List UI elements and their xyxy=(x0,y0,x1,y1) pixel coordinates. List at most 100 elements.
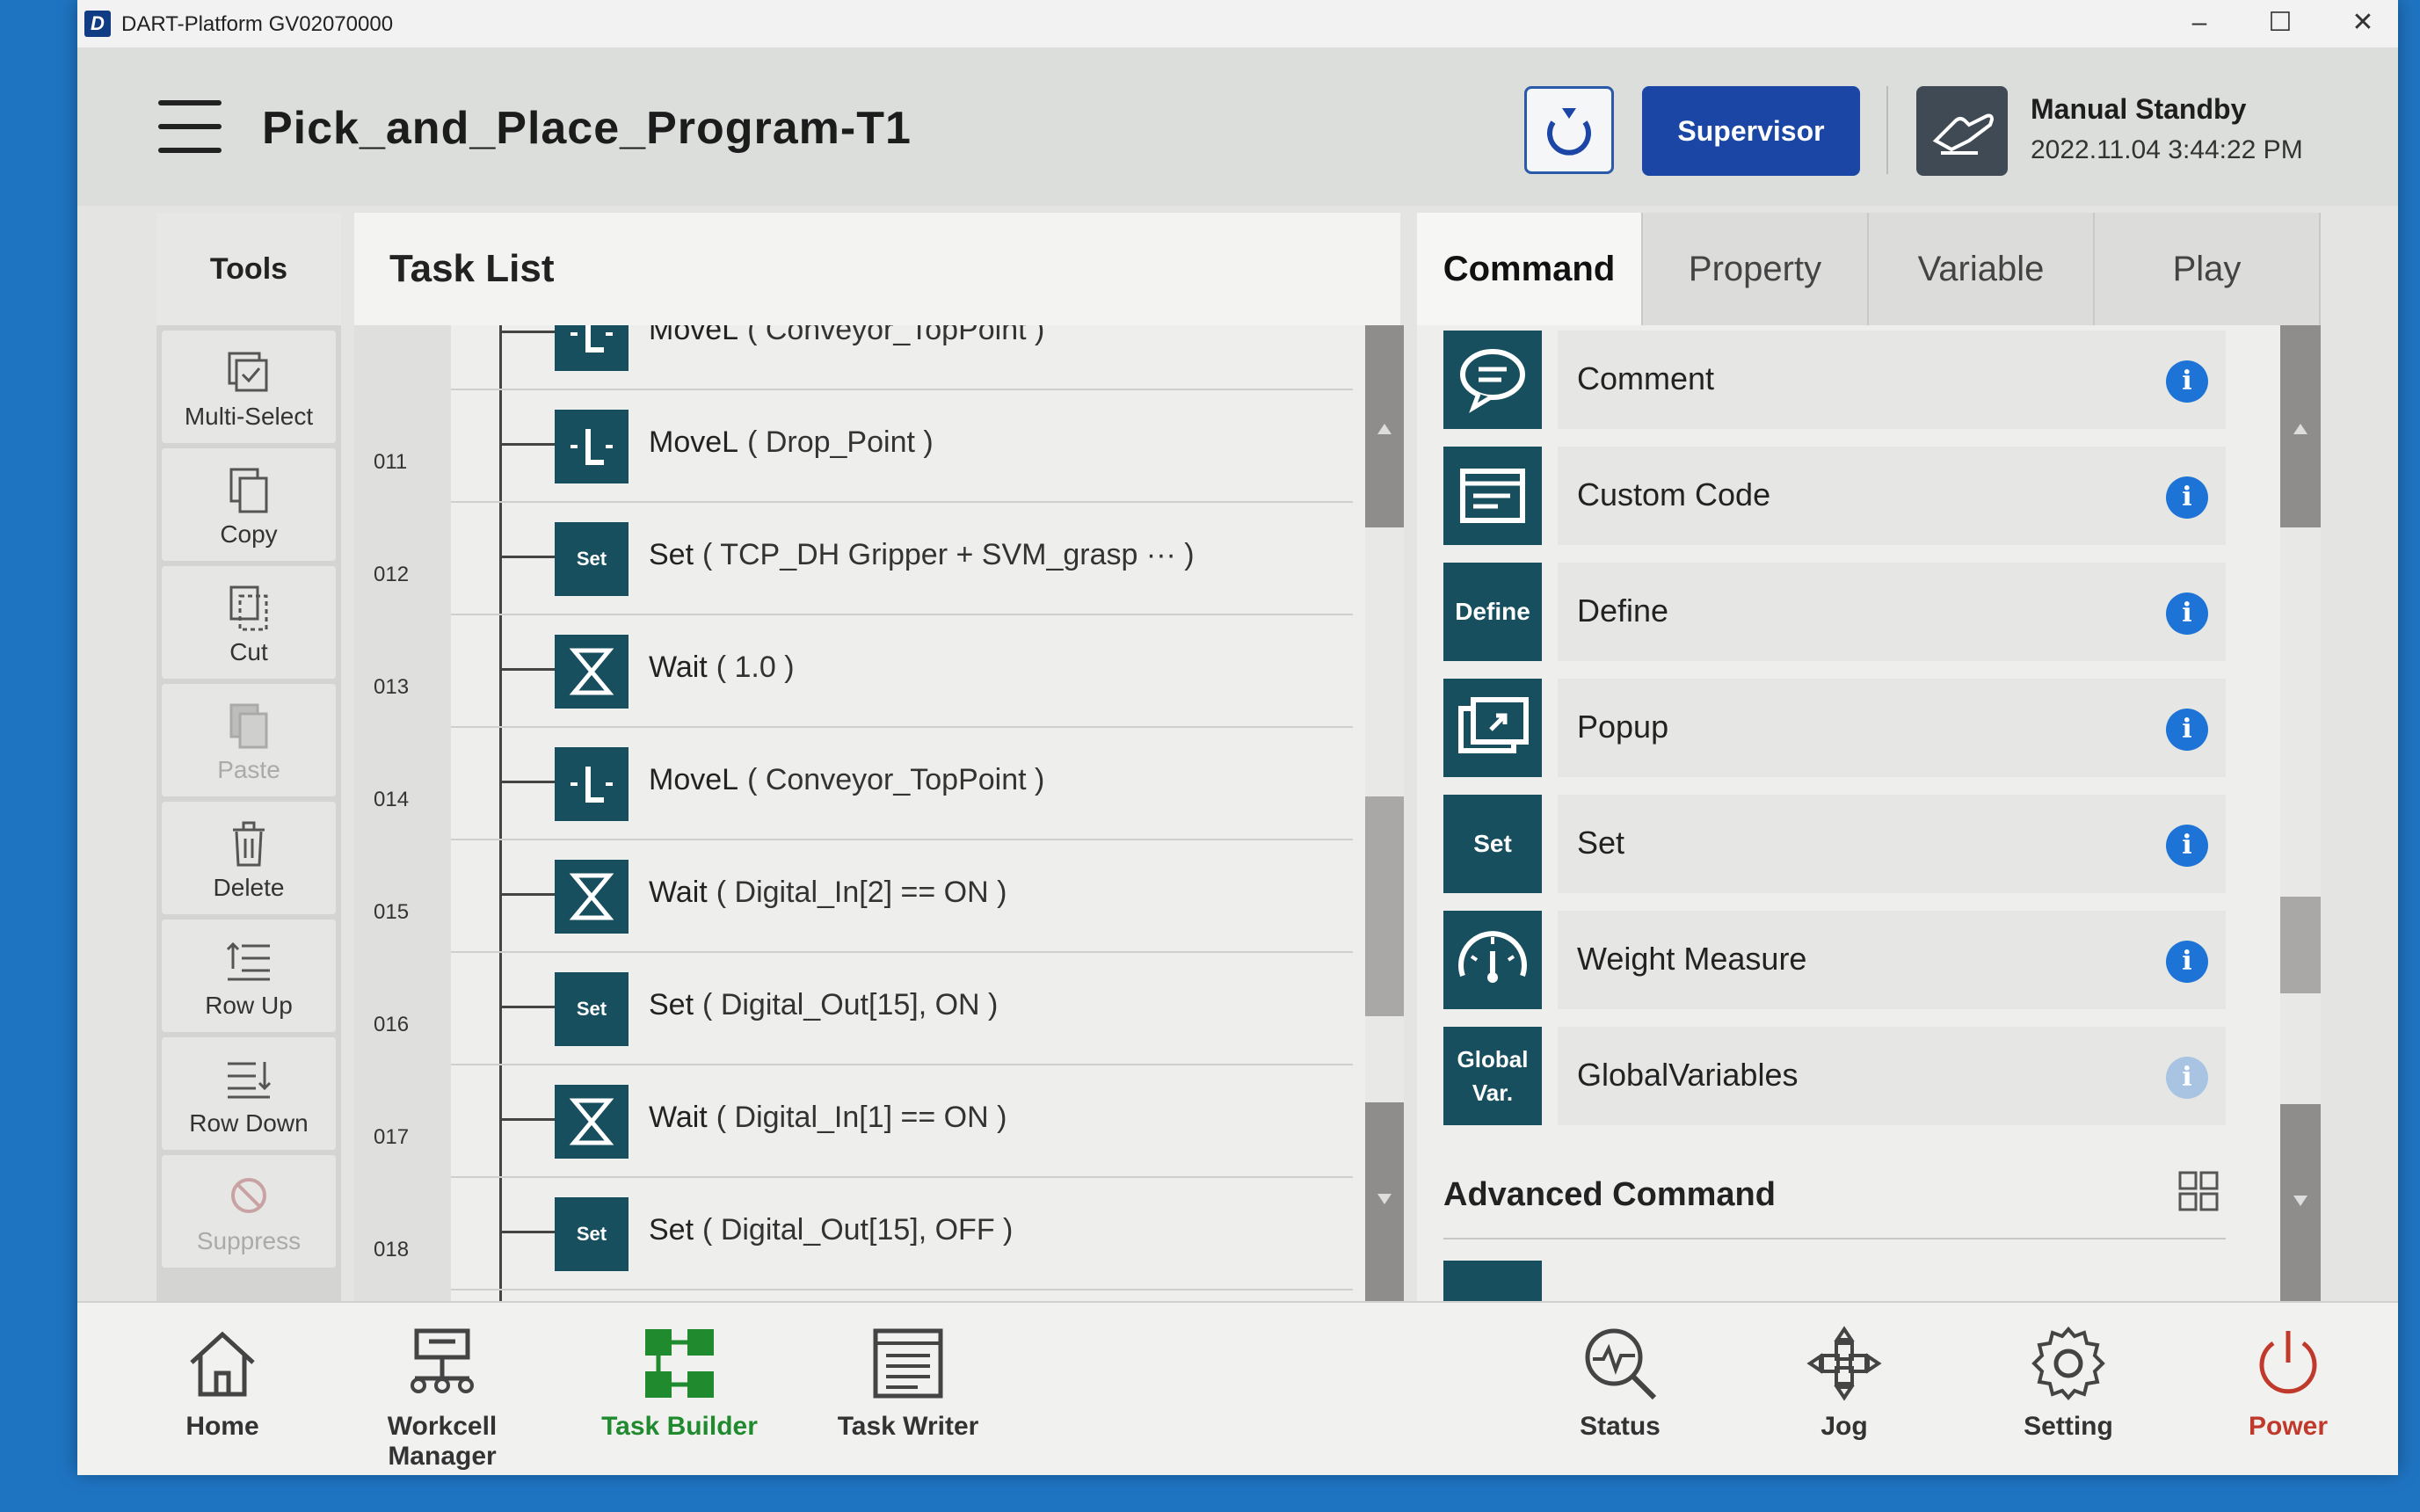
nav-workcell-manager[interactable]: Workcell Manager xyxy=(341,1303,543,1475)
info-icon[interactable]: i xyxy=(2166,360,2208,403)
command-item-custom-code[interactable]: Custom Code i xyxy=(1443,443,2226,547)
paste-button[interactable]: Paste xyxy=(162,684,336,796)
tab-property[interactable]: Property xyxy=(1643,213,1869,325)
info-icon[interactable]: i xyxy=(2166,941,2208,983)
nav-task-writer[interactable]: Task Writer xyxy=(825,1303,992,1475)
scroll-thumb[interactable] xyxy=(1365,796,1404,1016)
command-name: Popup xyxy=(1577,709,1669,745)
nav-task-builder[interactable]: Task Builder xyxy=(596,1303,763,1475)
command-item-define[interactable]: Define Define i xyxy=(1443,559,2226,663)
close-button[interactable]: ✕ xyxy=(2336,5,2389,40)
nav-jog[interactable]: Jog xyxy=(1778,1303,1910,1475)
delete-button[interactable]: Delete xyxy=(162,802,336,914)
minimize-button[interactable]: – xyxy=(2173,5,2226,40)
advanced-command-icon[interactable] xyxy=(1443,1261,1542,1301)
nav-label: Task Builder xyxy=(601,1412,758,1441)
command-name: Set xyxy=(1577,825,1625,861)
tab-play[interactable]: Play xyxy=(2095,213,2321,325)
task-row[interactable]: 015 Wait( Digital_In[2] == ON ) xyxy=(374,839,1353,953)
tools-title: Tools xyxy=(156,213,341,325)
multi-select-button[interactable]: Multi-Select xyxy=(162,331,336,443)
hourglass-icon xyxy=(555,860,629,934)
info-icon[interactable]: i xyxy=(2166,1057,2208,1099)
nav-label: Task Writer xyxy=(837,1412,979,1441)
command-item-bg xyxy=(1558,795,2226,893)
scroll-thumb[interactable] xyxy=(2280,897,2321,993)
info-icon[interactable]: i xyxy=(2166,592,2208,635)
task-row[interactable]: 017 Wait( Digital_In[1] == ON ) xyxy=(374,1064,1353,1178)
info-icon[interactable]: i xyxy=(2166,476,2208,519)
task-command: Wait( 1.0 ) xyxy=(649,651,795,685)
set-icon: Set xyxy=(555,522,629,596)
info-icon[interactable]: i xyxy=(2166,709,2208,751)
tree-branch xyxy=(499,1231,556,1233)
set-icon: Set xyxy=(1443,795,1542,893)
nav-power[interactable]: Power xyxy=(2222,1303,2354,1475)
command-name: Weight Measure xyxy=(1577,941,1807,977)
suppress-label: Suppress xyxy=(196,1227,302,1254)
line-number: 015 xyxy=(374,900,410,924)
command-item-popup[interactable]: Popup i xyxy=(1443,675,2226,779)
command-name: MoveL xyxy=(649,763,739,796)
cut-button[interactable]: Cut xyxy=(162,566,336,679)
command-args: ( Conveyor_TopPoint ) xyxy=(747,763,1045,796)
command-name: Define xyxy=(1577,592,1669,629)
row-down-button[interactable]: Row Down xyxy=(162,1037,336,1150)
row-up-icon xyxy=(226,941,270,981)
task-row[interactable]: 018 Set Set( Digital_Out[15], OFF ) xyxy=(374,1176,1353,1290)
task-list-scrollbar[interactable] xyxy=(1365,325,1404,1301)
paste-label: Paste xyxy=(217,756,280,783)
movel-icon xyxy=(555,747,629,821)
grid-view-icon[interactable] xyxy=(2178,1171,2219,1211)
task-list-body: MoveL( Conveyor_TopPoint ) 011 MoveL( Dr… xyxy=(354,325,1353,1301)
delete-label: Delete xyxy=(213,874,285,901)
app-logo-icon: D xyxy=(84,11,111,37)
scroll-down-region[interactable] xyxy=(1365,1102,1404,1301)
copy-button[interactable]: Copy xyxy=(162,448,336,561)
row-up-button[interactable]: Row Up xyxy=(162,920,336,1032)
task-command: MoveL( Drop_Point ) xyxy=(649,425,934,460)
scroll-up-region[interactable] xyxy=(1365,325,1404,527)
set-icon: Set xyxy=(555,1197,629,1271)
nav-status[interactable]: Status xyxy=(1554,1303,1686,1475)
row-down-icon xyxy=(228,1062,272,1099)
hourglass-icon xyxy=(555,635,629,709)
nav-home[interactable]: Home xyxy=(156,1303,288,1475)
command-item-global-variables[interactable]: Global Var. GlobalVariables i xyxy=(1443,1023,2226,1127)
command-item-weight-measure[interactable]: Weight Measure i xyxy=(1443,907,2226,1011)
task-row[interactable]: 012 Set Set( TCP_DH Gripper + SVM_grasp … xyxy=(374,501,1353,615)
line-number: 012 xyxy=(374,563,410,586)
scroll-up-region[interactable] xyxy=(2280,325,2321,527)
tree-branch xyxy=(499,893,556,896)
supervisor-button[interactable]: Supervisor xyxy=(1642,86,1860,176)
line-number: 018 xyxy=(374,1238,410,1261)
suppress-button[interactable]: Suppress xyxy=(162,1155,336,1268)
menu-icon[interactable] xyxy=(158,100,222,155)
command-item-set[interactable]: Set Set i xyxy=(1443,791,2226,895)
nav-label: Setting xyxy=(2024,1412,2113,1441)
bottom-navigation: Home Workcell Manager Task Builder Task … xyxy=(77,1301,2398,1475)
power-icon xyxy=(2259,1331,2317,1394)
tab-variable[interactable]: Variable xyxy=(1869,213,2095,325)
task-row[interactable]: 011 MoveL( Drop_Point ) xyxy=(374,389,1353,503)
maximize-button[interactable]: ☐ xyxy=(2254,5,2307,40)
tab-command[interactable]: Command xyxy=(1417,213,1643,325)
status-icon xyxy=(1585,1328,1657,1400)
task-row[interactable]: 016 Set Set( Digital_Out[15], ON ) xyxy=(374,951,1353,1065)
set-icon: Set xyxy=(555,972,629,1046)
suppress-icon xyxy=(231,1178,266,1213)
task-row[interactable]: MoveL ( Conveyor_TopPoint ) xyxy=(451,325,1353,390)
home-icon xyxy=(190,1331,255,1397)
refresh-icon xyxy=(1547,108,1591,156)
task-row[interactable]: 013 Wait( 1.0 ) xyxy=(374,614,1353,728)
nav-setting[interactable]: Setting xyxy=(2002,1303,2134,1475)
refresh-button[interactable] xyxy=(1524,86,1614,174)
nav-label: Home xyxy=(185,1412,259,1441)
scroll-down-region[interactable] xyxy=(2280,1104,2321,1301)
hourglass-icon xyxy=(555,1085,629,1159)
task-row[interactable]: 014 MoveL( Conveyor_TopPoint ) xyxy=(374,726,1353,840)
command-item-comment[interactable]: Comment i xyxy=(1443,327,2226,431)
window-title: DART-Platform GV02070000 xyxy=(121,12,394,36)
command-scrollbar[interactable] xyxy=(2280,325,2321,1301)
info-icon[interactable]: i xyxy=(2166,825,2208,867)
